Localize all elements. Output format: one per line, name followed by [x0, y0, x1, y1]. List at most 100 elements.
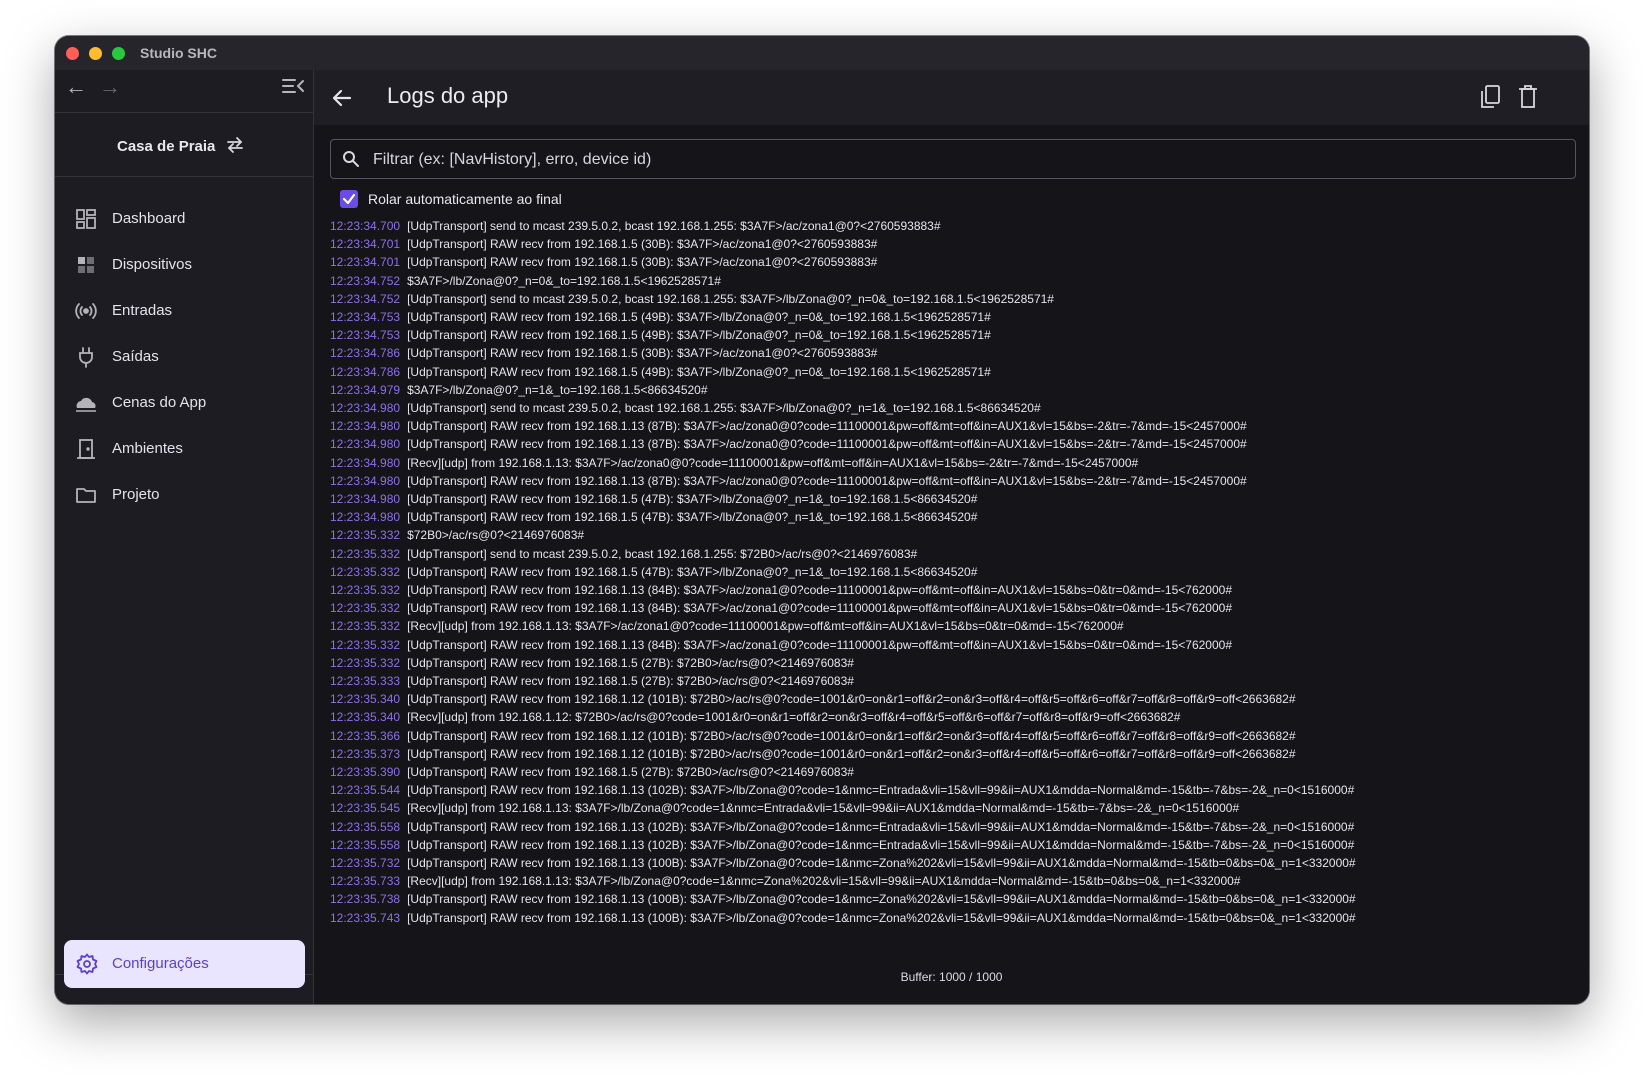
log-message: [UdpTransport] send to mcast 239.5.0.2, …: [407, 219, 941, 233]
log-entry: 12:23:35.558 [UdpTransport] RAW recv from…: [330, 836, 1354, 854]
log-message: [UdpTransport] RAW recv from 192.168.1.1…: [407, 437, 1247, 452]
nav-back-arrow-icon[interactable]: ←: [65, 76, 87, 98]
log-message: [UdpTransport] RAW recv from 192.168.1.5…: [407, 346, 878, 361]
settings-label: Configurações: [112, 955, 209, 972]
back-arrow-icon[interactable]: [330, 86, 354, 110]
log-entry: 12:23:34.753 [UdpTransport] RAW recv from…: [330, 308, 991, 326]
log-entry: 12:23:35.366 [UdpTransport] RAW recv from…: [330, 727, 1296, 745]
log-message: [UdpTransport] RAW recv from 192.168.1.1…: [407, 783, 1355, 798]
zoom-window-button[interactable]: [112, 47, 125, 60]
log-timestamp: 12:23:34.752: [330, 273, 401, 288]
log-message: [UdpTransport] RAW recv from 192.168.1.1…: [407, 910, 1356, 925]
sidebar-item-configuracoes[interactable]: Configurações: [64, 940, 305, 988]
log-entry: 12:23:35.333 [UdpTransport] RAW recv from…: [330, 672, 854, 690]
log-message: [Recv][udp] from 192.168.1.13: $3A7F>/lb…: [407, 801, 1240, 816]
log-entry: 12:23:34.980 [UdpTransport] RAW recv from…: [330, 435, 1247, 453]
folder-icon: [76, 488, 96, 503]
log-timestamp: 12:23:35.366: [330, 728, 401, 743]
log-timestamp: 12:23:35.332: [330, 564, 401, 579]
log-message: [UdpTransport] RAW recv from 192.168.1.5…: [407, 674, 854, 688]
dashboard-icon: [76, 209, 96, 229]
log-entry: 12:23:35.733 [Recv][udp] from 192.168.1.1…: [330, 872, 1240, 890]
log-message: $3A7F>/lb/Zona@0?_n=1&_to=192.168.1.5<86…: [407, 382, 708, 397]
page-title: Logs do app: [387, 83, 509, 108]
log-entry: 12:23:35.340 [Recv][udp] from 192.168.1.1…: [330, 708, 1180, 726]
log-entry: 12:23:35.558 [UdpTransport] RAW recv from…: [330, 818, 1354, 836]
log-timestamp: 12:23:35.743: [330, 910, 401, 925]
log-message: [UdpTransport] RAW recv from 192.168.1.1…: [407, 856, 1356, 870]
filter-input[interactable]: [371, 140, 1565, 180]
log-timestamp: 12:23:35.373: [330, 746, 401, 761]
log-entry: 12:23:34.752 [UdpTransport] send to mcast…: [330, 290, 1054, 308]
log-timestamp: 12:23:35.332: [330, 528, 401, 543]
log-entry: 12:23:34.979 $3A7F>/lb/Zona@0?_n=1&_to=19…: [330, 381, 708, 399]
log-timestamp: 12:23:34.786: [330, 364, 401, 379]
log-timestamp: 12:23:35.390: [330, 765, 401, 779]
log-list[interactable]: 12:23:34.700 [UdpTransport] send to mcast…: [330, 217, 1580, 992]
log-entry: 12:23:35.332 [UdpTransport] RAW recv from…: [330, 636, 1232, 654]
log-timestamp: 12:23:35.558: [330, 837, 401, 852]
autoscroll-checkbox[interactable]: [340, 190, 358, 208]
filter-search-field[interactable]: [330, 139, 1576, 180]
log-message: [UdpTransport] RAW recv from 192.168.1.1…: [407, 473, 1247, 488]
swap-icon[interactable]: [225, 136, 245, 154]
log-entry: 12:23:34.700 [UdpTransport] send to mcast…: [330, 217, 941, 235]
log-message: [UdpTransport] RAW recv from 192.168.1.5…: [407, 492, 978, 506]
log-entry: 12:23:35.332 [UdpTransport] RAW recv from…: [330, 599, 1232, 617]
log-message: [Recv][udp] from 192.168.1.13: $3A7F>/lb…: [407, 874, 1241, 889]
plug-icon: [79, 347, 93, 368]
app-bar: Logs do app: [314, 70, 1589, 125]
sidebar-nav-row: ← →: [55, 70, 313, 113]
log-entry: 12:23:34.980 [UdpTransport] send to mcast…: [330, 399, 1041, 417]
log-timestamp: 12:23:34.753: [330, 328, 401, 343]
log-timestamp: 12:23:35.332: [330, 637, 401, 652]
log-timestamp: 12:23:34.701: [330, 255, 401, 270]
log-message: [UdpTransport] RAW recv from 192.168.1.1…: [407, 819, 1355, 834]
log-entry: 12:23:35.340 [UdpTransport] RAW recv from…: [330, 690, 1296, 708]
log-timestamp: 12:23:35.733: [330, 874, 401, 889]
search-icon: [343, 151, 359, 167]
buffer-status: Buffer: 1000 / 1000: [900, 970, 1003, 984]
sidebar-item-label: Cenas do App: [112, 394, 207, 411]
log-message: [UdpTransport] RAW recv from 192.168.1.5…: [407, 328, 991, 343]
nav-forward-arrow-icon[interactable]: →: [99, 76, 121, 98]
log-timestamp: 12:23:34.701: [330, 237, 401, 252]
window-title: Studio SHC: [140, 45, 217, 61]
sidebar-item-label: Entradas: [112, 302, 173, 319]
sidebar-item-ambientes[interactable]: Ambientes: [55, 428, 313, 470]
log-entry: 12:23:34.980 [UdpTransport] RAW recv from…: [330, 417, 1247, 435]
door-icon: [77, 439, 95, 459]
log-entry: 12:23:35.332 [UdpTransport] RAW recv from…: [330, 563, 977, 581]
log-entry: 12:23:35.332 $72B0>/ac/rs@0?<2146976083#: [330, 526, 584, 544]
log-entry: 12:23:34.753 [UdpTransport] RAW recv from…: [330, 326, 991, 344]
log-entry: 12:23:34.980 [UdpTransport] RAW recv from…: [330, 472, 1247, 490]
sidebar-item-dispositivos[interactable]: Dispositivos: [55, 244, 313, 286]
log-timestamp: 12:23:35.332: [330, 601, 401, 616]
log-timestamp: 12:23:35.340: [330, 710, 401, 725]
home-selector[interactable]: Casa de Praia: [55, 112, 313, 177]
minimize-window-button[interactable]: [89, 47, 102, 60]
log-message: [UdpTransport] RAW recv from 192.168.1.5…: [407, 765, 854, 779]
close-window-button[interactable]: [66, 47, 79, 60]
log-timestamp: 12:23:35.545: [330, 801, 401, 816]
copy-icon[interactable]: [1478, 84, 1502, 110]
sidebar-item-dashboard[interactable]: Dashboard: [55, 198, 313, 240]
sidebar-item-entradas[interactable]: Entradas: [55, 290, 313, 332]
log-entry: 12:23:34.752 $3A7F>/lb/Zona@0?_n=0&_to=19…: [330, 272, 721, 290]
collapse-sidebar-icon[interactable]: [281, 76, 305, 96]
log-message: [UdpTransport] RAW recv from 192.168.1.1…: [407, 601, 1232, 616]
sidebar-item-cenas[interactable]: Cenas do App: [55, 382, 313, 424]
sidebar-item-projeto[interactable]: Projeto: [55, 474, 313, 516]
log-timestamp: 12:23:34.980: [330, 455, 401, 470]
log-timestamp: 12:23:35.732: [330, 856, 401, 870]
log-entry: 12:23:34.701 [UdpTransport] RAW recv from…: [330, 235, 877, 253]
sidebar-item-label: Dispositivos: [112, 256, 193, 273]
trash-icon[interactable]: [1517, 84, 1539, 110]
log-entry: 12:23:34.786 [UdpTransport] RAW recv from…: [330, 344, 877, 362]
sidebar-item-saidas[interactable]: Saídas: [55, 336, 313, 378]
cloud-icon: [76, 397, 96, 412]
log-message: [UdpTransport] send to mcast 239.5.0.2, …: [407, 401, 1041, 415]
log-timestamp: 12:23:35.332: [330, 546, 401, 561]
log-message: $72B0>/ac/rs@0?<2146976083#: [407, 528, 585, 543]
log-message: [UdpTransport] RAW recv from 192.168.1.1…: [407, 728, 1296, 743]
